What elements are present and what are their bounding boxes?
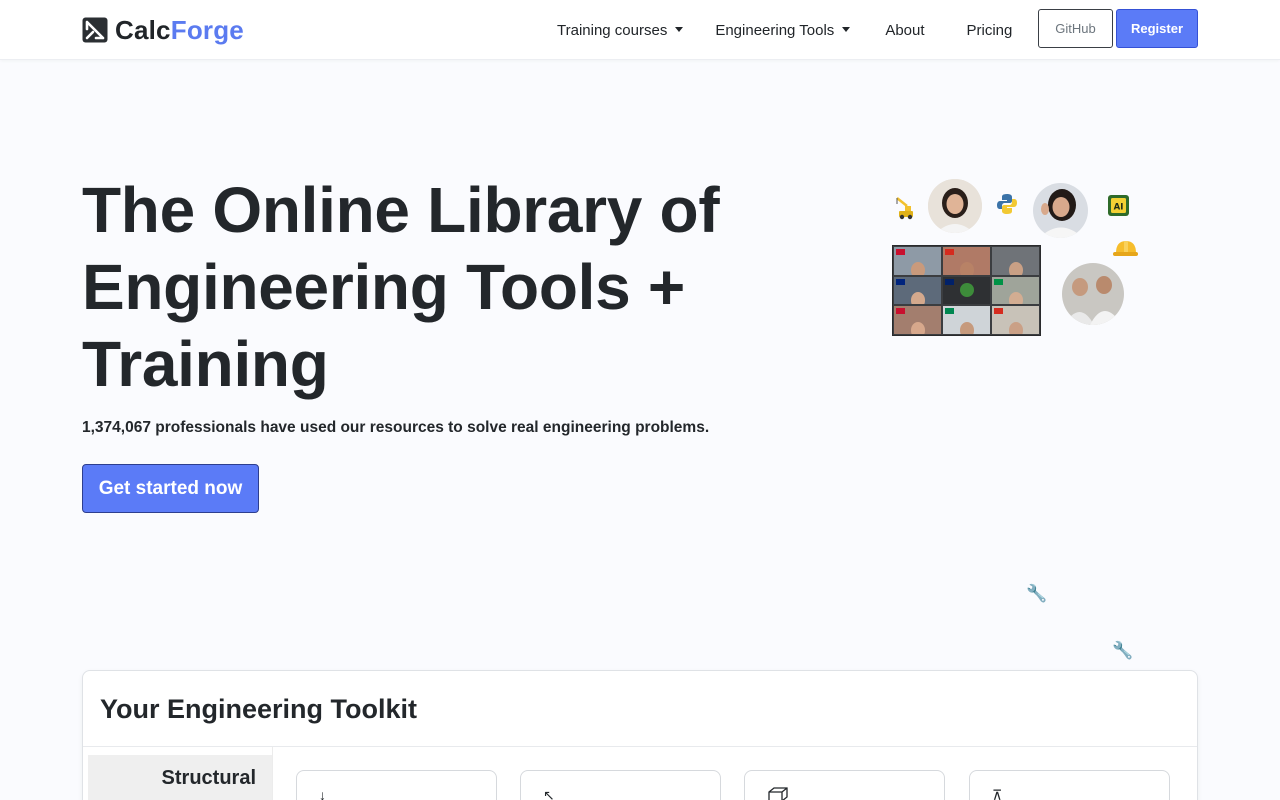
nav-pricing-label: Pricing [966, 21, 1013, 39]
category-tab-structural[interactable]: Structural [88, 755, 272, 800]
video-tile [943, 247, 990, 275]
nav-about-label: About [885, 21, 925, 39]
python-logo-icon [997, 194, 1017, 214]
cube-icon [768, 787, 788, 800]
video-tile [992, 306, 1039, 334]
hero-title-line3: Training [82, 328, 329, 400]
video-call-grid-photo [892, 245, 1041, 336]
brand-name-part1: Calc [115, 14, 171, 45]
divider [272, 747, 273, 800]
toolkit-title: Your Engineering Toolkit [100, 694, 417, 724]
tool-card[interactable] [744, 770, 945, 800]
engineering-toolkit-card: Your Engineering Toolkit Structural ↓ ↖ … [82, 670, 1198, 800]
nav-pricing[interactable]: Pricing [967, 18, 1013, 42]
crane-icon [896, 197, 913, 220]
video-tile [992, 276, 1039, 305]
wrench-icon: 🔧 [1026, 584, 1048, 603]
tool-card[interactable]: ↖ [520, 770, 721, 800]
video-tile [992, 247, 1039, 275]
hero-title-line1: The Online Library of [82, 174, 720, 246]
pulley-icon: ⊼ [992, 787, 1003, 800]
tool-card[interactable]: ⊼ [969, 770, 1170, 800]
brand-name: CalcForge [115, 15, 244, 46]
brand-name-part2: Forge [170, 14, 244, 45]
hero-subtitle: 1,374,067 professionals have used our re… [82, 419, 710, 436]
brand-logo-link[interactable]: CalcForge [82, 13, 244, 47]
video-tile [943, 276, 990, 305]
nav-engineering-tools[interactable]: Engineering Tools [715, 18, 851, 42]
nav-training-courses-label: Training courses [557, 21, 668, 39]
cursor-arrow-icon: ↖ [543, 787, 555, 800]
video-tile [894, 306, 941, 334]
get-started-button[interactable]: Get started now [82, 464, 259, 513]
avatar [1033, 183, 1088, 238]
ai-chip-icon: AI [1108, 195, 1129, 216]
avatar [928, 179, 982, 233]
github-button[interactable]: GitHub [1038, 9, 1113, 48]
avatar [1062, 263, 1124, 325]
main-nav: Training courses Engineering Tools About… [557, 18, 1012, 42]
hero-title: The Online Library of Engineering Tools … [82, 172, 782, 403]
nav-engineering-tools-label: Engineering Tools [715, 21, 835, 39]
video-tile [894, 247, 941, 275]
chevron-down-icon [675, 26, 684, 32]
hero-title-line2: Engineering Tools + [82, 251, 685, 323]
calcforge-logo-icon [82, 17, 108, 43]
nav-about[interactable]: About [885, 18, 924, 42]
video-tile [894, 276, 941, 305]
nav-training-courses[interactable]: Training courses [557, 18, 684, 42]
hard-hat-icon [1113, 241, 1138, 256]
divider [83, 746, 1197, 747]
svg-text:AI: AI [1114, 203, 1124, 213]
category-tab-label: Structural [161, 767, 256, 789]
chevron-down-icon [842, 26, 851, 32]
top-navbar: CalcForge Training courses Engineering T… [0, 0, 1280, 60]
arrow-down-icon: ↓ [319, 787, 326, 800]
register-button[interactable]: Register [1116, 9, 1198, 48]
tool-card[interactable]: ↓ [296, 770, 497, 800]
video-tile [943, 306, 990, 334]
wrench-icon: 🔧 [1112, 641, 1134, 660]
